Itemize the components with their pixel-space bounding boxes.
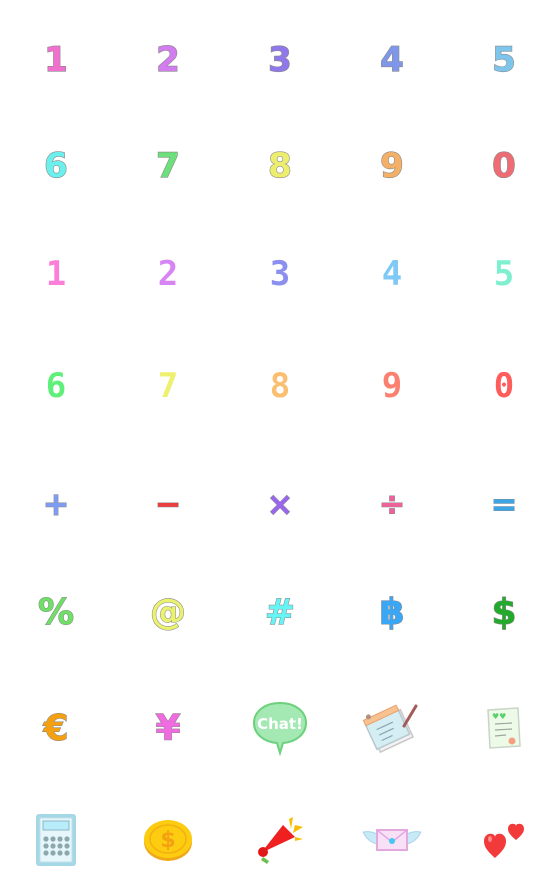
digit-3-icon: 3	[268, 40, 293, 80]
digit-9-icon: 9	[380, 146, 405, 186]
equals-icon: =	[490, 485, 518, 523]
emoji-cell[interactable]: 0	[448, 112, 560, 224]
two-hearts-icon	[484, 823, 524, 858]
percent-icon: %	[37, 592, 75, 633]
emoji-cell[interactable]: 5	[448, 0, 560, 112]
emoji-cell[interactable]: ♥♥	[448, 672, 560, 784]
digit-8-icon: 8	[269, 366, 291, 406]
emoji-cell[interactable]: 9	[336, 112, 448, 224]
winged-envelope-icon	[363, 829, 421, 851]
emoji-cell[interactable]	[0, 784, 112, 896]
emoji-cell[interactable]: €	[0, 672, 112, 784]
emoji-cell[interactable]: +	[0, 448, 112, 560]
digit-6-icon: 6	[44, 146, 69, 186]
emoji-cell[interactable]: 5	[448, 224, 560, 336]
minus-icon: −	[154, 485, 182, 523]
emoji-cell[interactable]: 6	[0, 112, 112, 224]
emoji-cell[interactable]: ¥	[112, 672, 224, 784]
digit-7-icon: 7	[157, 366, 179, 406]
digit-7-icon: 7	[156, 146, 181, 186]
emoji-cell[interactable]: $	[448, 560, 560, 672]
digit-3-icon: 3	[269, 254, 291, 294]
emoji-cell[interactable]: 1	[0, 0, 112, 112]
calculator-icon	[36, 814, 76, 866]
emoji-cell[interactable]: 8	[224, 112, 336, 224]
digit-1-icon: 1	[44, 40, 69, 80]
emoji-cell[interactable]	[336, 784, 448, 896]
emoji-cell[interactable]: 7	[112, 336, 224, 448]
svg-text:♥♥: ♥♥	[492, 712, 506, 721]
emoji-cell[interactable]: %	[0, 560, 112, 672]
emoji-cell[interactable]: 2	[112, 224, 224, 336]
digit-5-icon: 5	[493, 254, 515, 294]
emoji-cell[interactable]: $	[112, 784, 224, 896]
emoji-cell[interactable]	[336, 672, 448, 784]
digit-0-icon: 0	[492, 146, 517, 186]
coin-dollar-text: $	[160, 828, 175, 853]
digit-2-icon: 2	[157, 254, 179, 294]
chat-bubble-text: Chat!	[257, 715, 303, 733]
emoji-cell[interactable]: 1	[0, 224, 112, 336]
baht-icon: ฿	[379, 592, 405, 633]
emoji-cell[interactable]: ÷	[336, 448, 448, 560]
digit-4-icon: 4	[380, 40, 405, 80]
emoji-cell[interactable]: ฿	[336, 560, 448, 672]
emoji-cell[interactable]: ×	[224, 448, 336, 560]
euro-icon: €	[43, 708, 69, 749]
emoji-cell[interactable]: 6	[0, 336, 112, 448]
emoji-cell[interactable]: 9	[336, 336, 448, 448]
emoji-cell[interactable]: −	[112, 448, 224, 560]
emoji-cell[interactable]: #	[224, 560, 336, 672]
letter-paper-icon: ♥♥	[487, 707, 521, 749]
emoji-cell[interactable]: 4	[336, 224, 448, 336]
digit-9-icon: 9	[381, 366, 403, 406]
divide-icon: ÷	[378, 485, 406, 523]
at-sign-icon: @	[149, 592, 186, 633]
emoji-cell[interactable]: 8	[224, 336, 336, 448]
dollar-icon: $	[491, 592, 517, 633]
multiply-icon: ×	[266, 485, 294, 523]
emoji-cell[interactable]: 2	[112, 0, 224, 112]
emoji-cell[interactable]: 0	[448, 336, 560, 448]
digit-0-icon: 0	[493, 366, 515, 406]
emoji-cell[interactable]: 4	[336, 0, 448, 112]
digit-4-icon: 4	[381, 254, 403, 294]
plus-icon: +	[42, 485, 70, 523]
emoji-cell[interactable]	[224, 784, 336, 896]
digit-8-icon: 8	[268, 146, 293, 186]
yen-icon: ¥	[155, 708, 181, 749]
hash-icon: #	[264, 592, 296, 633]
emoji-grid: 1 2 3 4 5 6 7 8 9 0 1 2 3 4 5 6 7 8 9 0 …	[0, 0, 560, 896]
emoji-cell[interactable]: =	[448, 448, 560, 560]
emoji-cell[interactable]: 3	[224, 0, 336, 112]
emoji-cell[interactable]: Chat!	[224, 672, 336, 784]
emoji-cell[interactable]: 7	[112, 112, 224, 224]
gold-coin-icon: $	[144, 820, 192, 861]
digit-5-icon: 5	[492, 40, 517, 80]
notepad-pen-icon	[362, 704, 418, 754]
emoji-cell[interactable]: 3	[224, 224, 336, 336]
digit-1-icon: 1	[45, 254, 67, 294]
party-popper-icon	[258, 817, 303, 864]
digit-6-icon: 6	[45, 366, 67, 406]
chat-bubble-icon: Chat!	[252, 701, 308, 757]
digit-2-icon: 2	[156, 40, 181, 80]
emoji-cell[interactable]: @	[112, 560, 224, 672]
emoji-cell[interactable]	[448, 784, 560, 896]
